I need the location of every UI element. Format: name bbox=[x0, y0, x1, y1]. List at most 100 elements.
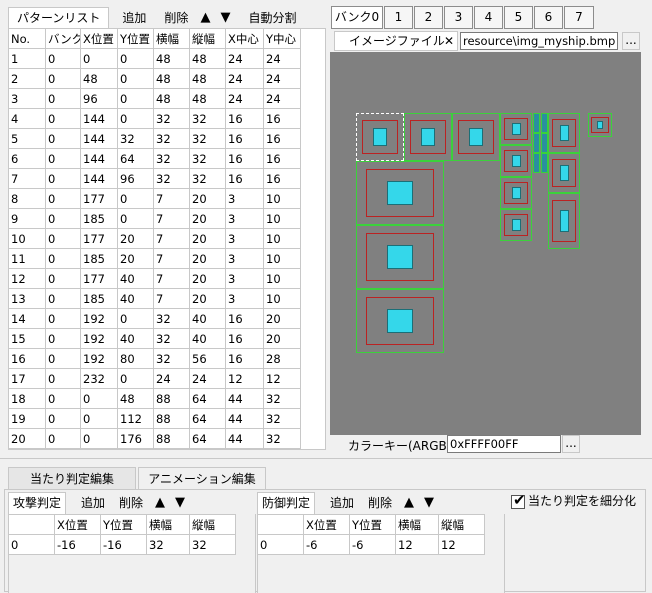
table-cell: -6 bbox=[303, 534, 350, 555]
table-cell: 0 bbox=[8, 534, 55, 555]
sprite-rect[interactable] bbox=[533, 113, 540, 133]
close-icon[interactable]: ✕ bbox=[444, 32, 454, 50]
attack-label[interactable]: 攻撃判定 bbox=[8, 492, 67, 514]
sprite-rect[interactable] bbox=[500, 209, 532, 241]
sprite-rect[interactable] bbox=[356, 113, 404, 161]
pattern-row[interactable]: 12 0 177 40 7 20 3 10 bbox=[9, 268, 301, 289]
sprite-rect[interactable] bbox=[500, 177, 532, 209]
table-cell: 40 bbox=[117, 288, 154, 309]
sprite-rect[interactable] bbox=[533, 133, 540, 153]
attack-delete-button[interactable]: 削除 bbox=[112, 492, 150, 514]
sprite-rect[interactable] bbox=[533, 153, 540, 173]
pattern-row[interactable]: 18 0 0 48 88 64 44 32 bbox=[9, 388, 301, 409]
table-cell: 144 bbox=[80, 168, 118, 189]
sprite-rect[interactable] bbox=[452, 113, 500, 161]
table-cell: 0 bbox=[45, 108, 81, 129]
pattern-row[interactable]: 2 0 48 0 48 48 24 24 bbox=[9, 68, 301, 89]
tab-hitbox-edit[interactable]: 当たり判定編集 bbox=[8, 467, 136, 489]
pattern-row[interactable]: 9 0 185 0 7 20 3 10 bbox=[9, 208, 301, 229]
browse-image-button[interactable]: ... bbox=[622, 32, 640, 50]
table-cell: 0 bbox=[45, 268, 81, 289]
auto-split-button[interactable]: 自動分割 bbox=[241, 7, 303, 29]
sprite-rect[interactable] bbox=[500, 113, 532, 145]
sprite-rect[interactable] bbox=[541, 113, 548, 133]
color-key-picker-button[interactable]: ... bbox=[562, 435, 580, 453]
image-path-field[interactable]: resource\img_myship.bmp bbox=[460, 32, 618, 50]
defense-label[interactable]: 防御判定 bbox=[257, 492, 316, 514]
attack-up-button[interactable]: ▲ bbox=[150, 492, 170, 514]
add-pattern-button[interactable]: 追加 bbox=[115, 7, 153, 29]
table-cell: 8 bbox=[9, 188, 46, 209]
subdivide-checkbox[interactable]: ✔ 当たり判定を細分化 bbox=[511, 492, 636, 511]
sprite-rect[interactable] bbox=[404, 113, 452, 161]
pattern-row[interactable]: 6 0 144 64 32 32 16 16 bbox=[9, 148, 301, 169]
color-key-field[interactable]: 0xFFFF00FF bbox=[447, 435, 561, 453]
attack-row[interactable]: 0 -16 -16 32 32 bbox=[8, 534, 236, 555]
pattern-row[interactable]: 1 0 0 0 48 48 24 24 bbox=[9, 48, 301, 69]
bank-tab-7[interactable]: 7 bbox=[564, 6, 594, 29]
table-cell: 64 bbox=[117, 148, 154, 169]
attack-add-button[interactable]: 追加 bbox=[74, 492, 112, 514]
image-file-tab[interactable]: イメージファイル ✕ bbox=[334, 31, 458, 51]
table-cell: 177 bbox=[80, 228, 118, 249]
sprite-rect[interactable] bbox=[356, 289, 444, 353]
pattern-table-container: No. バンク X位置 Y位置 横幅 縦幅 X中心 Y中心 1 0 0 0 48 48 24 24 2 0 48 0… bbox=[8, 28, 326, 450]
pattern-row[interactable]: 3 0 96 0 48 48 24 24 bbox=[9, 88, 301, 109]
pattern-row[interactable]: 15 0 192 40 32 40 16 20 bbox=[9, 328, 301, 349]
pattern-row[interactable]: 7 0 144 96 32 32 16 16 bbox=[9, 168, 301, 189]
table-cell: 0 bbox=[80, 388, 118, 409]
pattern-row[interactable]: 16 0 192 80 32 56 16 28 bbox=[9, 348, 301, 369]
column-header: 縦幅 bbox=[438, 514, 485, 535]
pattern-row[interactable]: 19 0 0 112 88 64 44 32 bbox=[9, 408, 301, 429]
sprite-rect[interactable] bbox=[541, 153, 548, 173]
pattern-row[interactable]: 5 0 144 32 32 32 16 16 bbox=[9, 128, 301, 149]
pattern-row[interactable]: 14 0 192 0 32 40 16 20 bbox=[9, 308, 301, 329]
bank-tab-6[interactable]: 6 bbox=[534, 6, 563, 29]
sprite-rect[interactable] bbox=[588, 113, 612, 137]
sprite-rect[interactable] bbox=[356, 161, 444, 225]
sprite-rect[interactable] bbox=[548, 193, 580, 249]
defense-up-button[interactable]: ▲ bbox=[399, 492, 419, 514]
sprite-rect[interactable] bbox=[548, 153, 580, 193]
table-cell: 20 bbox=[263, 328, 301, 349]
pattern-list-tab[interactable]: パターンリスト bbox=[8, 7, 110, 29]
attack-down-button[interactable]: ▼ bbox=[170, 492, 190, 514]
sprite-preview-canvas[interactable] bbox=[330, 52, 641, 435]
pattern-row[interactable]: 20 0 0 176 88 64 44 32 bbox=[9, 428, 301, 449]
ship-sprite-icon bbox=[421, 127, 435, 147]
bank-tab-3[interactable]: 3 bbox=[444, 6, 473, 29]
bank-tab-4[interactable]: 4 bbox=[474, 6, 503, 29]
defense-delete-button[interactable]: 削除 bbox=[361, 492, 399, 514]
table-cell: 0 bbox=[80, 408, 118, 429]
column-header: 横幅 bbox=[146, 514, 190, 535]
bank-tab-0[interactable]: バンク0 bbox=[331, 6, 383, 29]
move-down-button[interactable]: ▼ bbox=[215, 7, 235, 29]
pattern-row[interactable]: 13 0 185 40 7 20 3 10 bbox=[9, 288, 301, 309]
defense-add-button[interactable]: 追加 bbox=[323, 492, 361, 514]
sprite-rect[interactable] bbox=[356, 225, 444, 289]
pattern-row[interactable]: 4 0 144 0 32 32 16 16 bbox=[9, 108, 301, 129]
defense-down-button[interactable]: ▼ bbox=[419, 492, 439, 514]
delete-pattern-button[interactable]: 削除 bbox=[157, 7, 195, 29]
pattern-row[interactable]: 11 0 185 20 7 20 3 10 bbox=[9, 248, 301, 269]
pattern-row[interactable]: 10 0 177 20 7 20 3 10 bbox=[9, 228, 301, 249]
table-cell: 24 bbox=[263, 68, 301, 89]
defense-row[interactable]: 0 -6 -6 12 12 bbox=[257, 534, 485, 555]
bank-tab-5[interactable]: 5 bbox=[504, 6, 533, 29]
sprite-rect[interactable] bbox=[548, 113, 580, 153]
pattern-row[interactable]: 8 0 177 0 7 20 3 10 bbox=[9, 188, 301, 209]
pattern-row[interactable]: 17 0 232 0 24 24 12 12 bbox=[9, 368, 301, 389]
table-cell: 16 bbox=[225, 128, 264, 149]
sprite-rect[interactable] bbox=[500, 145, 532, 177]
tab-animation-edit[interactable]: アニメーション編集 bbox=[138, 467, 266, 489]
checkbox-check-icon[interactable]: ✔ bbox=[511, 492, 526, 509]
table-cell: 24 bbox=[225, 88, 264, 109]
color-key-row: カラーキー(ARGB) 0xFFFF00FF ... bbox=[330, 435, 642, 455]
sprite-rect[interactable] bbox=[541, 133, 548, 153]
table-cell: 2 bbox=[9, 68, 46, 89]
bank-tab-2[interactable]: 2 bbox=[414, 6, 443, 29]
bank-tab-1[interactable]: 1 bbox=[384, 6, 413, 29]
table-cell: 32 bbox=[263, 408, 301, 429]
table-cell: 0 bbox=[45, 328, 81, 349]
move-up-button[interactable]: ▲ bbox=[195, 7, 215, 29]
